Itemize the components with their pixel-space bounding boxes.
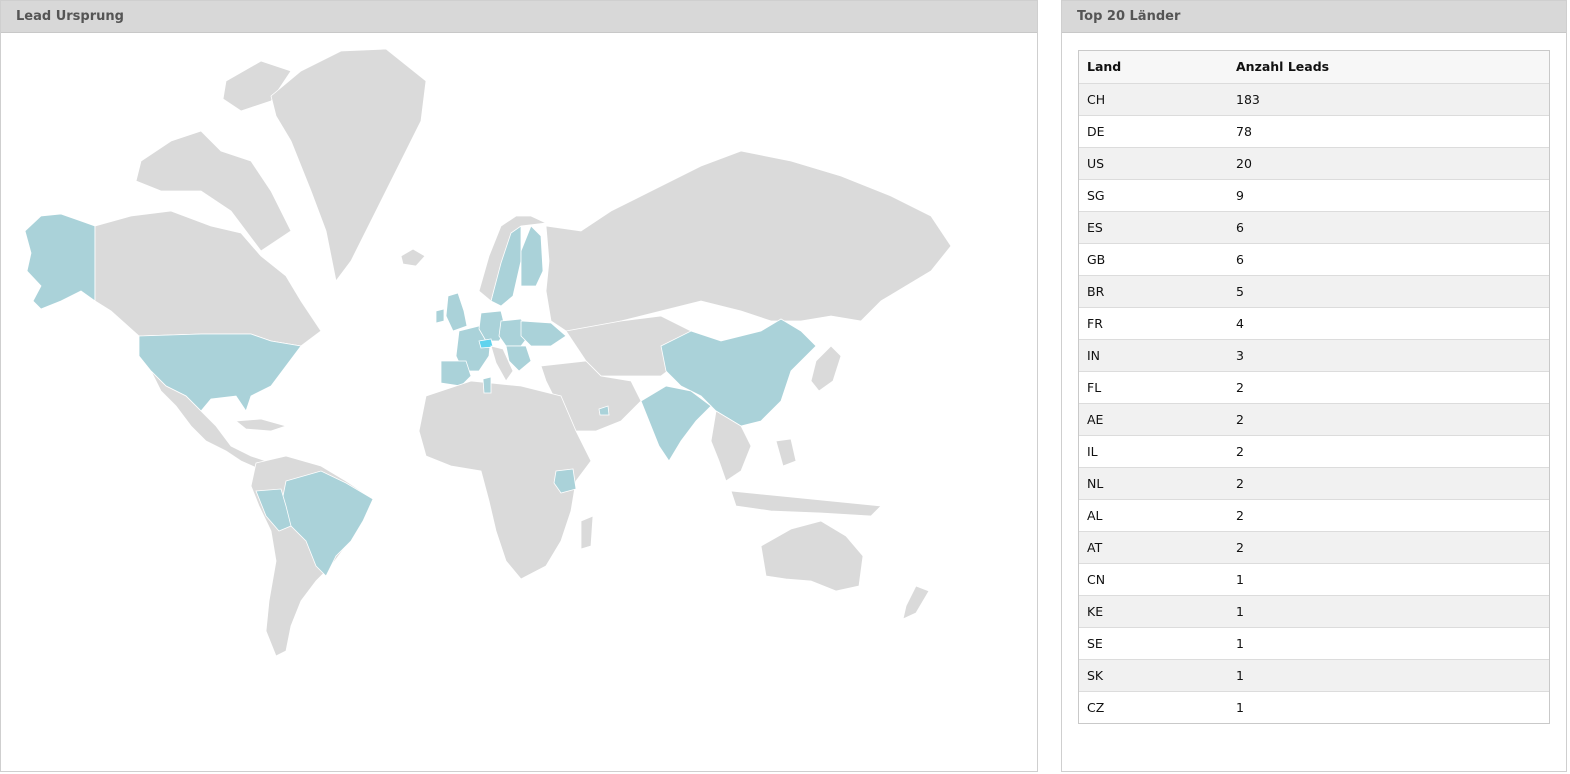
cell-lead-count: 2 — [1228, 403, 1549, 436]
region-greenland[interactable] — [270, 48, 427, 282]
cell-lead-count: 20 — [1228, 147, 1549, 180]
table-row: SE 1 — [1079, 627, 1549, 660]
cell-lead-count: 3 — [1228, 339, 1549, 372]
region-new-zealand[interactable] — [902, 585, 930, 620]
region-philippines[interactable] — [775, 438, 797, 467]
cell-country: SG — [1079, 179, 1228, 212]
lead-origin-panel: Lead Ursprung — [0, 0, 1038, 772]
cell-country: IL — [1079, 435, 1228, 468]
cell-lead-count: 1 — [1228, 595, 1549, 628]
cell-lead-count: 183 — [1228, 83, 1549, 116]
cell-country: SE — [1079, 627, 1228, 660]
cell-country: US — [1079, 147, 1228, 180]
table-row: CN 1 — [1079, 563, 1549, 596]
region-russia[interactable] — [545, 150, 952, 332]
table-row: CZ 1 — [1079, 691, 1549, 723]
cell-lead-count: 78 — [1228, 115, 1549, 148]
table-row: BR 5 — [1079, 275, 1549, 308]
cell-lead-count: 2 — [1228, 371, 1549, 404]
cell-country: IN — [1079, 339, 1228, 372]
cell-country: AT — [1079, 531, 1228, 564]
region-iceland[interactable] — [400, 248, 426, 267]
region-ireland[interactable] — [435, 308, 445, 324]
cell-lead-count: 5 — [1228, 275, 1549, 308]
table-row: IL 2 — [1079, 435, 1549, 468]
lead-origin-title: Lead Ursprung — [1, 1, 1037, 33]
region-alaska[interactable] — [24, 213, 96, 310]
cell-country: FL — [1079, 371, 1228, 404]
cell-lead-count: 6 — [1228, 211, 1549, 244]
region-caribbean[interactable] — [234, 418, 288, 432]
table-row: AE 2 — [1079, 403, 1549, 436]
region-india[interactable] — [640, 385, 712, 462]
table-row: SG 9 — [1079, 179, 1549, 212]
cell-lead-count: 1 — [1228, 563, 1549, 596]
cell-country: CN — [1079, 563, 1228, 596]
table-row: AL 2 — [1079, 499, 1549, 532]
top-countries-panel: Top 20 Länder Land Anzahl Leads CH 183 DE… — [1061, 0, 1567, 772]
table-row: KE 1 — [1079, 595, 1549, 628]
cell-country: KE — [1079, 595, 1228, 628]
cell-country: SK — [1079, 659, 1228, 692]
table-row: CH 183 — [1079, 83, 1549, 116]
cell-lead-count: 4 — [1228, 307, 1549, 340]
cell-lead-count: 1 — [1228, 659, 1549, 692]
cell-lead-count: 1 — [1228, 691, 1549, 723]
table-header-row: Land Anzahl Leads — [1079, 51, 1549, 84]
cell-country: AE — [1079, 403, 1228, 436]
table-row: FL 2 — [1079, 371, 1549, 404]
table-row: NL 2 — [1079, 467, 1549, 500]
region-japan[interactable] — [810, 345, 842, 392]
cell-lead-count: 6 — [1228, 243, 1549, 276]
cell-country: DE — [1079, 115, 1228, 148]
cell-lead-count: 9 — [1228, 179, 1549, 212]
table-row: AT 2 — [1079, 531, 1549, 564]
table-row: GB 6 — [1079, 243, 1549, 276]
world-map[interactable] — [1, 33, 1037, 771]
cell-lead-count: 2 — [1228, 531, 1549, 564]
region-australia[interactable] — [760, 520, 864, 592]
cell-country: ES — [1079, 211, 1228, 244]
table-row: DE 78 — [1079, 115, 1549, 148]
cell-lead-count: 2 — [1228, 435, 1549, 468]
table-row: FR 4 — [1079, 307, 1549, 340]
region-tunisia[interactable] — [482, 376, 492, 394]
cell-country: BR — [1079, 275, 1228, 308]
region-finland[interactable] — [520, 225, 544, 287]
top-countries-title: Top 20 Länder — [1062, 1, 1566, 33]
cell-lead-count: 2 — [1228, 467, 1549, 500]
cell-country: FR — [1079, 307, 1228, 340]
cell-country: NL — [1079, 467, 1228, 500]
region-indonesia[interactable] — [730, 490, 882, 517]
table-row: IN 3 — [1079, 339, 1549, 372]
region-madagascar[interactable] — [580, 515, 594, 550]
top-countries-table-wrapper: Land Anzahl Leads CH 183 DE 78 US 20 SG 9 ES… — [1078, 50, 1550, 724]
region-usa[interactable] — [138, 333, 302, 412]
table-row: ES 6 — [1079, 211, 1549, 244]
table-row: SK 1 — [1079, 659, 1549, 692]
table-row: US 20 — [1079, 147, 1549, 180]
cell-lead-count: 2 — [1228, 499, 1549, 532]
cell-country: AL — [1079, 499, 1228, 532]
region-uk[interactable] — [445, 292, 468, 332]
top-countries-table: Land Anzahl Leads CH 183 DE 78 US 20 SG 9 ES… — [1079, 51, 1549, 723]
cell-country: CZ — [1079, 691, 1228, 723]
world-map-svg — [24, 48, 952, 657]
column-header-anzahl-leads[interactable]: Anzahl Leads — [1228, 51, 1549, 84]
cell-lead-count: 1 — [1228, 627, 1549, 660]
cell-country: GB — [1079, 243, 1228, 276]
column-header-land[interactable]: Land — [1079, 51, 1228, 84]
cell-country: CH — [1079, 83, 1228, 116]
